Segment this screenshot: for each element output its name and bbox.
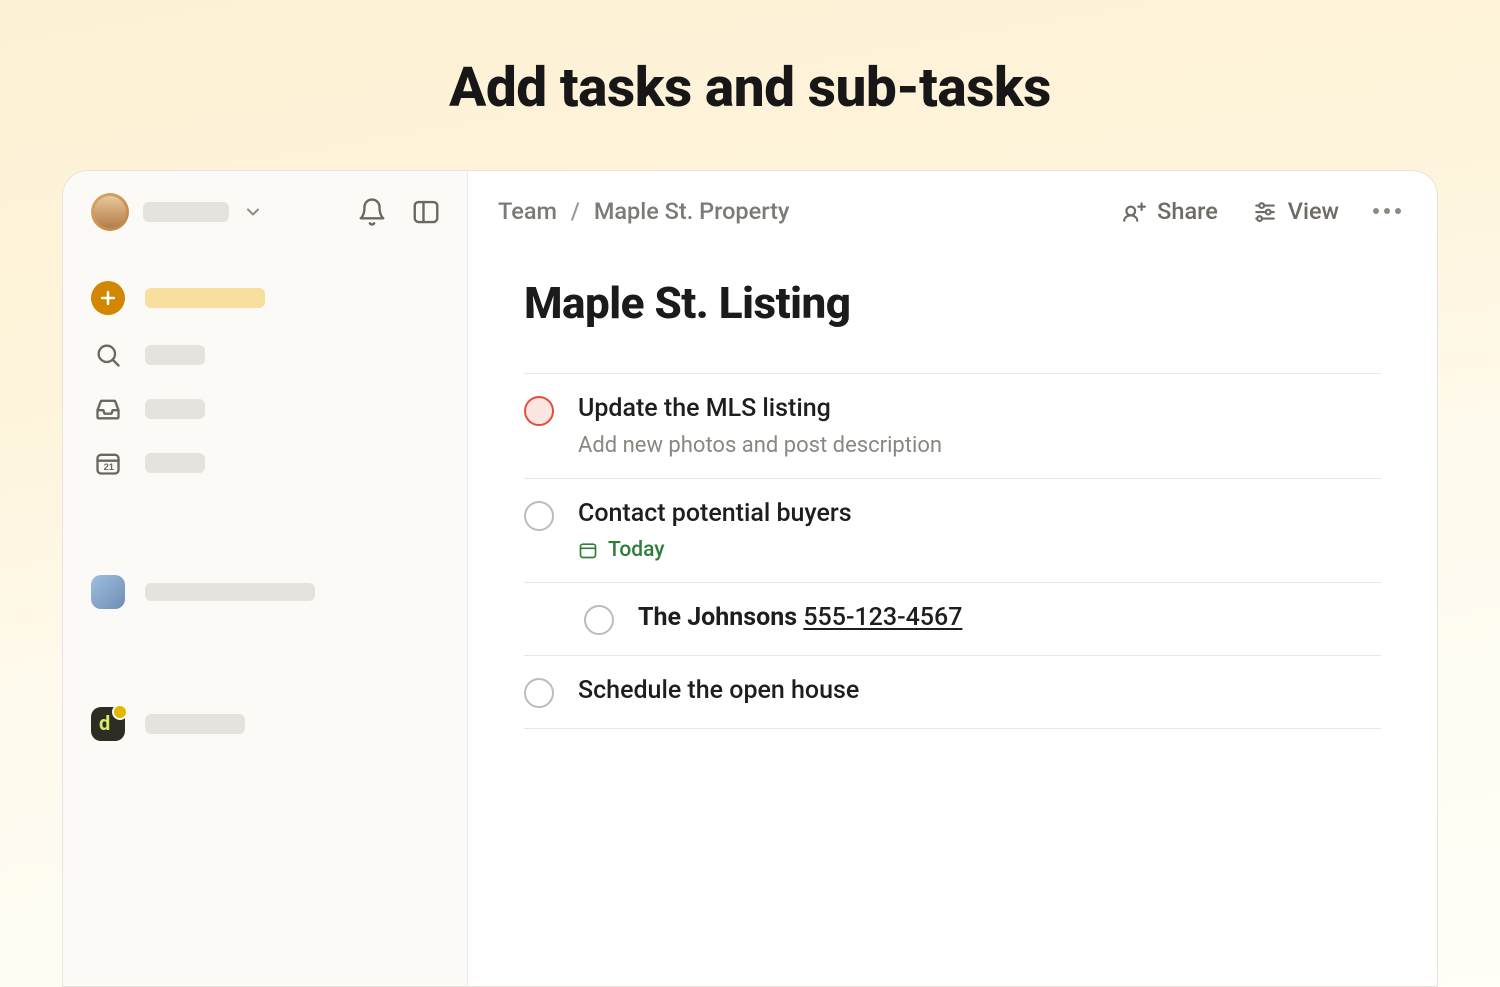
chevron-down-icon[interactable]	[243, 202, 263, 222]
svg-text:21: 21	[104, 462, 114, 472]
toolbar-actions: Share View	[1121, 197, 1401, 225]
sidebar: 21 d	[63, 171, 468, 986]
sidebar-label-placeholder	[145, 345, 205, 365]
page-title: Maple St. Listing	[524, 277, 1381, 329]
sidebar-label-placeholder	[145, 714, 245, 734]
breadcrumb-parent[interactable]: Team	[498, 197, 557, 225]
task-checkbox[interactable]	[524, 501, 554, 531]
bell-icon[interactable]	[357, 197, 387, 227]
topbar: Team / Maple St. Property Share View	[468, 171, 1437, 225]
sliders-icon	[1252, 198, 1278, 224]
sidebar-app-item[interactable]: d	[91, 707, 447, 741]
workspace-avatar[interactable]	[91, 193, 129, 231]
share-label: Share	[1157, 197, 1218, 225]
share-button[interactable]: Share	[1121, 197, 1218, 225]
app-icon: d	[91, 707, 125, 741]
search-icon	[91, 341, 125, 369]
sidebar-nav: 21 d	[85, 281, 447, 741]
task-title: Contact potential buyers	[578, 499, 852, 528]
share-icon	[1121, 198, 1147, 224]
hero-title: Add tasks and sub-tasks	[0, 0, 1500, 120]
calendar-small-icon	[578, 540, 598, 560]
sidebar-label-placeholder	[145, 453, 205, 473]
task-list: Update the MLS listing Add new photos an…	[524, 373, 1381, 729]
task-title: Schedule the open house	[578, 676, 859, 705]
sidebar-label-placeholder	[145, 583, 315, 601]
sidebar-item-inbox[interactable]	[91, 395, 447, 423]
due-label: Today	[608, 538, 665, 562]
breadcrumb[interactable]: Team / Maple St. Property	[498, 197, 789, 225]
task-due-date[interactable]: Today	[578, 538, 852, 562]
panel-toggle-icon[interactable]	[411, 197, 441, 227]
subtask-row[interactable]: The Johnsons 555-123-4567	[524, 583, 1381, 656]
inbox-icon	[91, 395, 125, 423]
breadcrumb-separator: /	[571, 197, 580, 225]
breadcrumb-current[interactable]: Maple St. Property	[594, 197, 790, 225]
main-panel: Team / Maple St. Property Share View	[468, 171, 1437, 986]
task-title: Update the MLS listing	[578, 394, 942, 423]
view-label: View	[1288, 197, 1339, 225]
calendar-icon: 21	[91, 449, 125, 477]
sidebar-item-calendar[interactable]: 21	[91, 449, 447, 477]
sidebar-project-item[interactable]	[91, 575, 447, 609]
plus-icon	[91, 281, 125, 315]
phone-link[interactable]: 555-123-4567	[803, 603, 962, 632]
subtask-title: The Johnsons 555-123-4567	[638, 603, 962, 632]
task-row[interactable]: Schedule the open house	[524, 656, 1381, 729]
task-description: Add new photos and post description	[578, 433, 942, 458]
more-button[interactable]	[1373, 208, 1401, 214]
sidebar-header	[85, 193, 447, 231]
app-window: 21 d Team / Maple St. Property	[62, 170, 1438, 987]
task-checkbox[interactable]	[524, 678, 554, 708]
task-checkbox[interactable]	[524, 396, 554, 426]
sidebar-item-search[interactable]	[91, 341, 447, 369]
project-avatar	[91, 575, 125, 609]
view-button[interactable]: View	[1252, 197, 1339, 225]
task-checkbox[interactable]	[584, 605, 614, 635]
sidebar-item-add[interactable]	[91, 281, 447, 315]
content: Maple St. Listing Update the MLS listing…	[468, 225, 1437, 729]
task-row[interactable]: Update the MLS listing Add new photos an…	[524, 374, 1381, 479]
workspace-name-placeholder	[143, 202, 229, 222]
sidebar-label-placeholder	[145, 288, 265, 308]
task-row[interactable]: Contact potential buyers Today	[524, 479, 1381, 583]
sidebar-label-placeholder	[145, 399, 205, 419]
